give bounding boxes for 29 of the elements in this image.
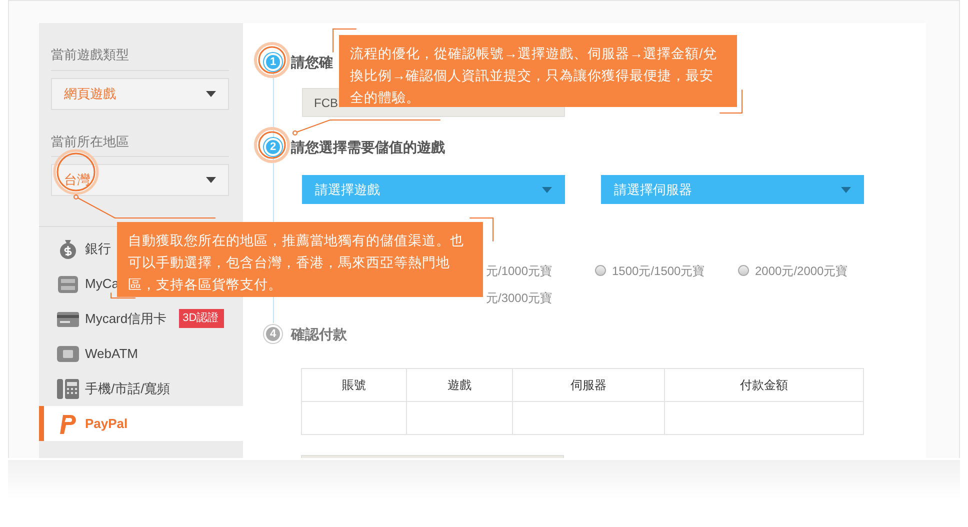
field-value: FCB — [314, 94, 338, 112]
badge-label: 3D認證 — [178, 309, 224, 328]
step-title: 確認付款 — [291, 324, 347, 344]
step-number: 2 — [264, 138, 282, 156]
step-number: 4 — [264, 325, 282, 343]
payment-method-label: WebATM — [85, 344, 138, 363]
table-header-cell: 賬號 — [302, 368, 407, 402]
payment-method-label: 銀行 — [85, 240, 111, 258]
table-header-cell: 遊戲 — [406, 368, 512, 402]
step-title: 請您選擇需要儲值的遊戲 — [291, 138, 445, 156]
option-label: 2000元/2000元寶 — [755, 262, 848, 280]
option-label: 元/1000元寶 — [486, 262, 552, 280]
payment-method-label: 手機/市話/寬頻 — [85, 380, 170, 398]
step-number: 1 — [264, 53, 282, 71]
select-value: 請選擇遊戲 — [315, 180, 380, 199]
callout-tooltip: 自動獲取您所在的地區，推薦當地獨有的儲值渠道。也可以手動選擇，包含台灣，香港，馬來西亞等熱門地區，支持各區貨幣支付。 — [117, 222, 483, 297]
field-label: 當前遊戲類型 — [51, 45, 229, 70]
select-value: 請選擇伺服器 — [614, 180, 692, 199]
select-value: 台灣 — [64, 171, 90, 190]
field-label: 當前所在地區 — [51, 132, 229, 157]
payment-method-label: PayPal — [85, 414, 128, 433]
callout-tooltip: 流程的優化，從確認帳號→選擇遊戲、伺服器→選擇金額/兌換比例→確認個人資訊並提交，只為讓你獲得最便捷，最安全的體驗。 — [339, 35, 737, 107]
option-label: 元/3000元寶 — [486, 290, 552, 306]
table-header-cell: 付款金額 — [664, 368, 864, 402]
payment-method-label: Mycard信用卡 — [85, 310, 167, 328]
select-value: 網頁遊戲 — [64, 84, 116, 103]
table-header-cell: 伺服器 — [512, 368, 664, 402]
option-label: 1500元/1500元寶 — [612, 262, 705, 280]
step-title: 請您確 — [291, 52, 333, 72]
